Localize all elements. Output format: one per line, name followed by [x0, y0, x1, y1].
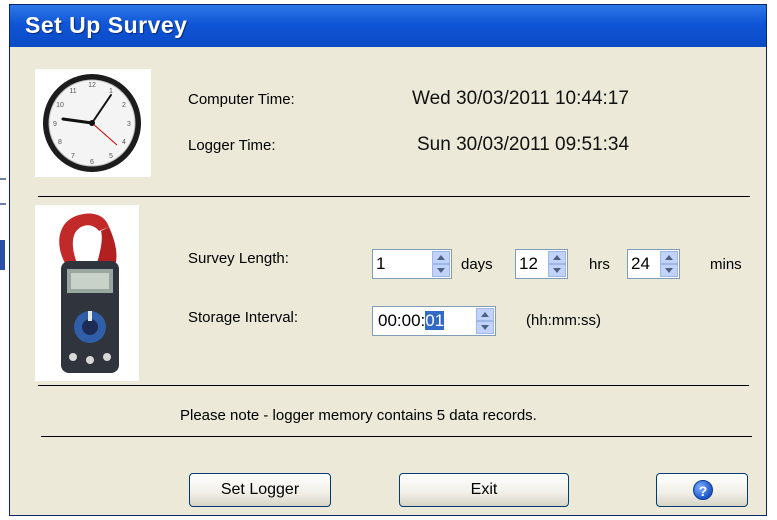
svg-text:10: 10 [56, 102, 64, 109]
background-mark [0, 178, 6, 180]
days-up-arrow-icon[interactable] [432, 251, 450, 264]
hours-unit-label: hrs [589, 256, 610, 273]
clock-icon: 12 1 2 345 678 9 10 11 [35, 69, 151, 177]
svg-text:5: 5 [109, 153, 113, 160]
minutes-unit-label: mins [710, 256, 742, 273]
svg-text:1: 1 [109, 88, 113, 95]
days-unit-label: days [461, 256, 493, 273]
storage-interval-label: Storage Interval: [188, 309, 299, 326]
window-title: Set Up Survey [25, 12, 188, 38]
days-value: 1 [376, 254, 386, 273]
computer-time-value: Wed 30/03/2011 10:44:17 [412, 88, 629, 109]
hours-spinner-arrows[interactable] [548, 251, 566, 277]
divider [38, 196, 750, 197]
divider [38, 385, 749, 386]
minutes-spinner-arrows[interactable] [660, 251, 678, 277]
interval-format-hint: (hh:mm:ss) [526, 312, 601, 329]
storage-interval-spinner[interactable]: 00:00:01 [372, 306, 496, 336]
svg-text:12: 12 [88, 82, 96, 89]
minutes-up-arrow-icon[interactable] [660, 251, 678, 264]
minutes-spinner[interactable]: 24 [627, 249, 680, 279]
exit-button[interactable]: Exit [399, 473, 569, 507]
memory-note: Please note - logger memory contains 5 d… [180, 407, 537, 424]
background-mark [0, 240, 5, 270]
help-button[interactable]: ? [656, 473, 748, 507]
logger-time-value: Sun 30/03/2011 09:51:34 [417, 134, 630, 155]
storage-interval-prefix: 00:00: [378, 311, 426, 330]
interval-down-arrow-icon[interactable] [476, 321, 494, 334]
hours-spinner[interactable]: 12 [515, 249, 568, 279]
storage-interval-spinner-arrows[interactable] [476, 308, 494, 334]
interval-up-arrow-icon[interactable] [476, 308, 494, 321]
clamp-meter-icon [35, 205, 139, 381]
title-bar[interactable]: Set Up Survey [10, 5, 766, 47]
background-mark [0, 203, 6, 205]
background-strip [0, 0, 9, 520]
svg-text:7: 7 [71, 153, 75, 160]
divider [41, 436, 752, 437]
svg-text:4: 4 [122, 139, 126, 146]
days-spinner-arrows[interactable] [432, 251, 450, 277]
help-icon: ? [693, 480, 713, 500]
svg-text:2: 2 [122, 102, 126, 109]
hours-down-arrow-icon[interactable] [548, 264, 566, 277]
set-up-survey-dialog: Set Up Survey 12 1 2 345 678 9 10 11 Compute… [9, 4, 767, 516]
days-down-arrow-icon[interactable] [432, 264, 450, 277]
svg-text:9: 9 [53, 121, 57, 128]
svg-text:3: 3 [127, 121, 131, 128]
svg-text:11: 11 [69, 88, 76, 95]
hours-up-arrow-icon[interactable] [548, 251, 566, 264]
svg-text:8: 8 [58, 139, 62, 146]
hours-value: 12 [519, 254, 538, 273]
storage-interval-selected-seconds: 01 [425, 311, 445, 330]
storage-interval-value: 00:00:01 [378, 311, 445, 331]
survey-length-label: Survey Length: [188, 250, 289, 267]
days-spinner[interactable]: 1 [372, 249, 452, 279]
computer-time-label: Computer Time: [188, 91, 295, 108]
logger-time-label: Logger Time: [188, 137, 276, 154]
set-logger-button[interactable]: Set Logger [189, 473, 331, 507]
svg-text:6: 6 [90, 159, 94, 166]
minutes-value: 24 [631, 254, 650, 273]
minutes-down-arrow-icon[interactable] [660, 264, 678, 277]
